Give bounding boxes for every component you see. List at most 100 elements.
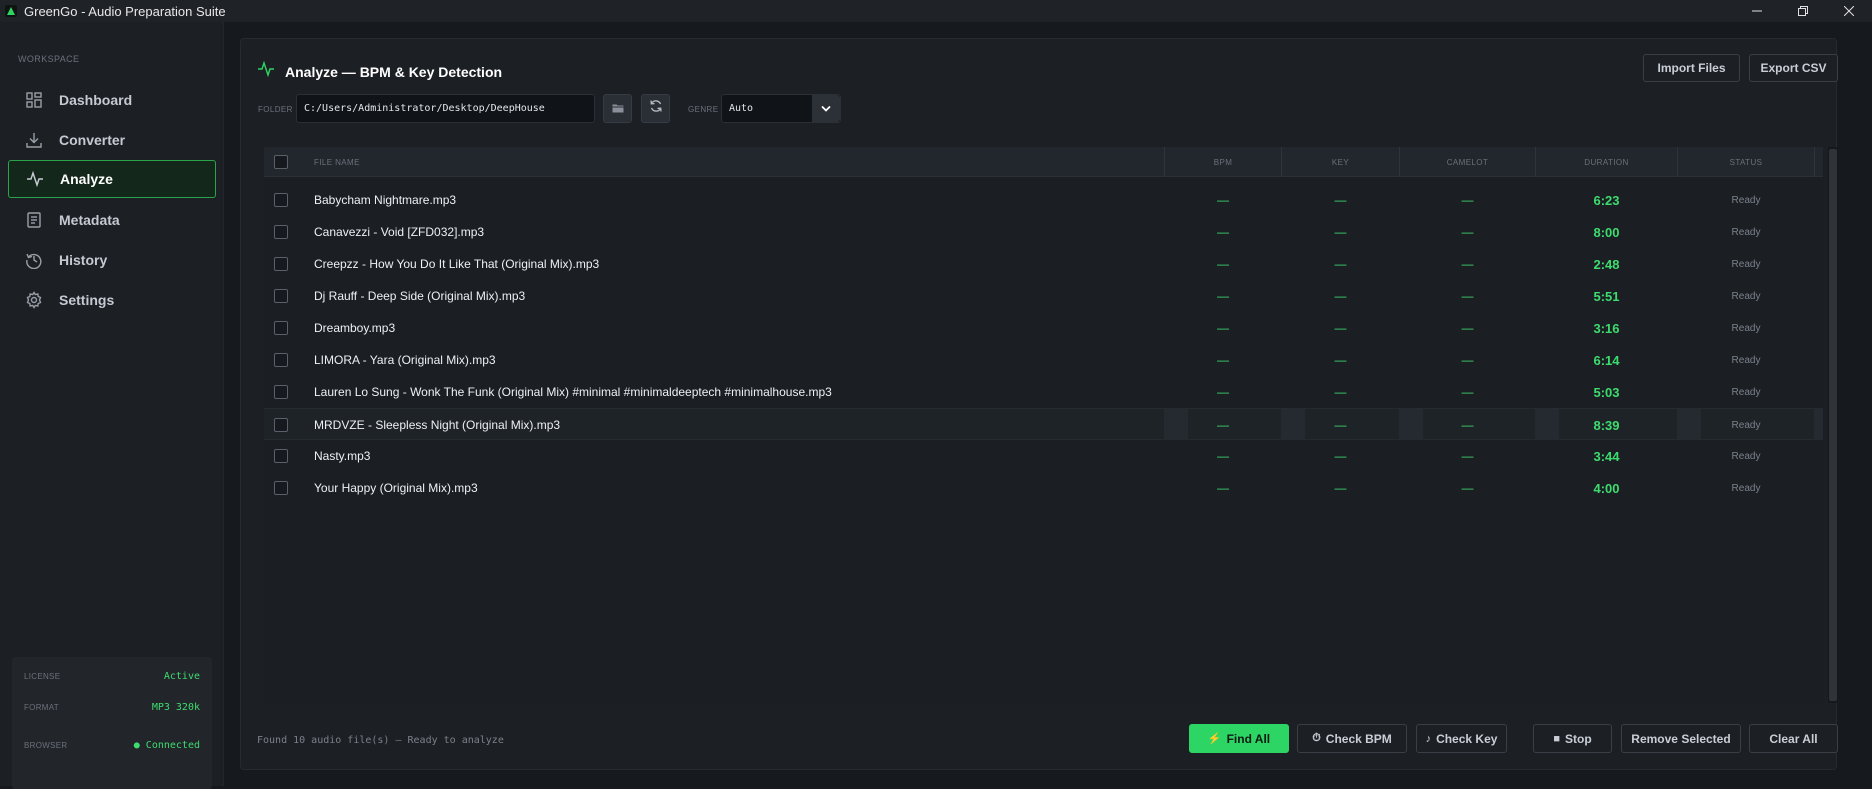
column-file-name[interactable]: FILE NAME <box>314 147 360 177</box>
bpm-cell: — <box>1217 193 1229 207</box>
import-files-button[interactable]: Import Files <box>1643 54 1740 82</box>
restore-icon[interactable] <box>1780 0 1826 22</box>
remove-selected-button[interactable]: Remove Selected <box>1621 724 1741 753</box>
duration-cell: 3:44 <box>1593 448 1620 464</box>
row-checkbox[interactable] <box>274 376 288 408</box>
table-row[interactable]: Nasty.mp3 — — — 3:44 Ready <box>264 440 1823 472</box>
column-camelot[interactable]: CAMELOT <box>1400 147 1535 177</box>
check-key-button[interactable]: ♪ Check Key <box>1416 724 1507 753</box>
camelot-cell: — <box>1461 321 1474 335</box>
license-value: Active <box>163 671 200 682</box>
duration-cell: 2:48 <box>1593 256 1620 272</box>
select-all-checkbox[interactable] <box>274 147 288 177</box>
row-checkbox[interactable] <box>274 280 288 312</box>
sidebar-item-metadata[interactable]: Metadata <box>8 201 216 239</box>
pulse-icon <box>24 168 46 190</box>
bpm-cell: — <box>1217 481 1229 495</box>
bpm-cell: — <box>1217 257 1229 271</box>
sidebar-item-history[interactable]: History <box>8 241 216 279</box>
gear-icon <box>23 289 45 311</box>
metronome-icon: ⏱ <box>1312 732 1321 744</box>
browser-label: BROWSER <box>24 741 68 750</box>
table-row[interactable]: Creepzz - How You Do It Like That (Origi… <box>264 248 1823 280</box>
close-icon[interactable] <box>1826 0 1872 22</box>
file-name-cell: LIMORA - Yara (Original Mix).mp3 <box>314 353 496 367</box>
key-cell: — <box>1334 257 1347 271</box>
clear-all-button[interactable]: Clear All <box>1749 724 1838 753</box>
folder-icon <box>612 100 624 118</box>
refresh-button[interactable] <box>641 94 670 123</box>
status-cell: Ready <box>1731 290 1761 302</box>
file-name-cell: Dj Rauff - Deep Side (Original Mix).mp3 <box>314 289 526 303</box>
row-checkbox[interactable] <box>274 312 288 344</box>
check-bpm-button[interactable]: ⏱ Check BPM <box>1297 724 1407 753</box>
grid-icon <box>23 89 45 111</box>
column-duration[interactable]: DURATION <box>1536 147 1677 177</box>
file-name-cell: MRDVZE - Sleepless Night (Original Mix).… <box>314 418 561 432</box>
status-text: Found 10 audio file(s) — Ready to analyz… <box>257 735 504 746</box>
camelot-cell: — <box>1461 289 1474 303</box>
status-cell: Ready <box>1731 419 1761 431</box>
license-row: LICENSE Active <box>24 671 200 682</box>
sidebar-item-converter[interactable]: Converter <box>8 121 216 159</box>
table-row[interactable]: Lauren Lo Sung - Wonk The Funk (Original… <box>264 376 1823 408</box>
status-cell: Ready <box>1731 354 1761 366</box>
table-row[interactable]: Canavezzi - Void [ZFD032].mp3 — — — 8:00 Read… <box>264 216 1823 248</box>
genre-label: GENRE <box>688 105 719 114</box>
column-bpm[interactable]: BPM <box>1165 147 1281 177</box>
find-all-label: Find All <box>1226 731 1271 746</box>
table-row[interactable]: Babycham Nightmare.mp3 — — — 6:23 Ready <box>264 184 1823 216</box>
duration-cell: 5:03 <box>1593 384 1620 400</box>
camelot-cell: — <box>1461 449 1474 463</box>
music-note-icon: ♪ <box>1425 732 1432 745</box>
table-header: FILE NAME BPM KEY CAMELOT DURATION STATU… <box>264 147 1823 177</box>
row-checkbox[interactable] <box>274 440 288 472</box>
key-cell: — <box>1334 449 1347 463</box>
key-cell: — <box>1334 353 1347 367</box>
row-checkbox[interactable] <box>274 184 288 216</box>
status-cell: Ready <box>1731 482 1761 494</box>
sidebar-item-dashboard[interactable]: Dashboard <box>8 81 216 119</box>
export-csv-button[interactable]: Export CSV <box>1749 54 1838 82</box>
camelot-cell: — <box>1461 225 1474 239</box>
key-cell: — <box>1334 225 1347 239</box>
camelot-cell: — <box>1461 385 1474 399</box>
row-checkbox[interactable] <box>274 248 288 280</box>
table-row[interactable]: LIMORA - Yara (Original Mix).mp3 — — — 6:14 R… <box>264 344 1823 376</box>
scrollbar-thumb[interactable] <box>1829 149 1837 701</box>
download-icon <box>23 129 45 151</box>
key-cell: — <box>1334 289 1347 303</box>
page-header: Analyze — BPM & Key Detection <box>257 60 502 83</box>
table-row[interactable]: Dreamboy.mp3 — — — 3:16 Ready <box>264 312 1823 344</box>
chevron-down-icon[interactable] <box>812 95 840 122</box>
file-name-cell: Babycham Nightmare.mp3 <box>314 193 457 207</box>
column-status[interactable]: STATUS <box>1678 147 1814 177</box>
find-all-button[interactable]: ⚡ Find All <box>1189 724 1289 753</box>
sidebar-item-label: Settings <box>59 292 115 308</box>
sidebar-item-settings[interactable]: Settings <box>8 281 216 319</box>
bpm-cell: — <box>1217 418 1229 432</box>
page-title: Analyze — BPM & Key Detection <box>285 63 503 80</box>
column-key[interactable]: KEY <box>1282 147 1399 177</box>
table-row[interactable]: Your Happy (Original Mix).mp3 — — — 4:00 Read… <box>264 472 1823 504</box>
row-checkbox[interactable] <box>274 216 288 248</box>
table-row[interactable]: MRDVZE - Sleepless Night (Original Mix).… <box>264 408 1823 440</box>
minimize-icon[interactable] <box>1734 0 1780 22</box>
row-checkbox[interactable] <box>274 344 288 376</box>
license-label: LICENSE <box>24 672 61 681</box>
stop-button[interactable]: ■ Stop <box>1533 724 1612 753</box>
duration-cell: 4:00 <box>1593 480 1620 496</box>
table-row[interactable]: Dj Rauff - Deep Side (Original Mix).mp3 —… <box>264 280 1823 312</box>
row-checkbox[interactable] <box>274 409 288 441</box>
file-name-cell: Lauren Lo Sung - Wonk The Funk (Original… <box>314 385 832 399</box>
folder-path-input[interactable]: C:/Users/Administrator/Desktop/DeepHouse <box>296 94 595 123</box>
sidebar-item-analyze[interactable]: Analyze <box>8 160 216 198</box>
row-checkbox[interactable] <box>274 472 288 504</box>
duration-cell: 3:16 <box>1593 320 1620 336</box>
check-key-label: Check Key <box>1436 731 1498 746</box>
key-cell: — <box>1334 418 1347 432</box>
file-name-cell: Creepzz - How You Do It Like That (Origi… <box>314 257 600 271</box>
duration-cell: 6:23 <box>1593 192 1620 208</box>
browse-folder-button[interactable] <box>603 94 632 123</box>
camelot-cell: — <box>1461 481 1474 495</box>
